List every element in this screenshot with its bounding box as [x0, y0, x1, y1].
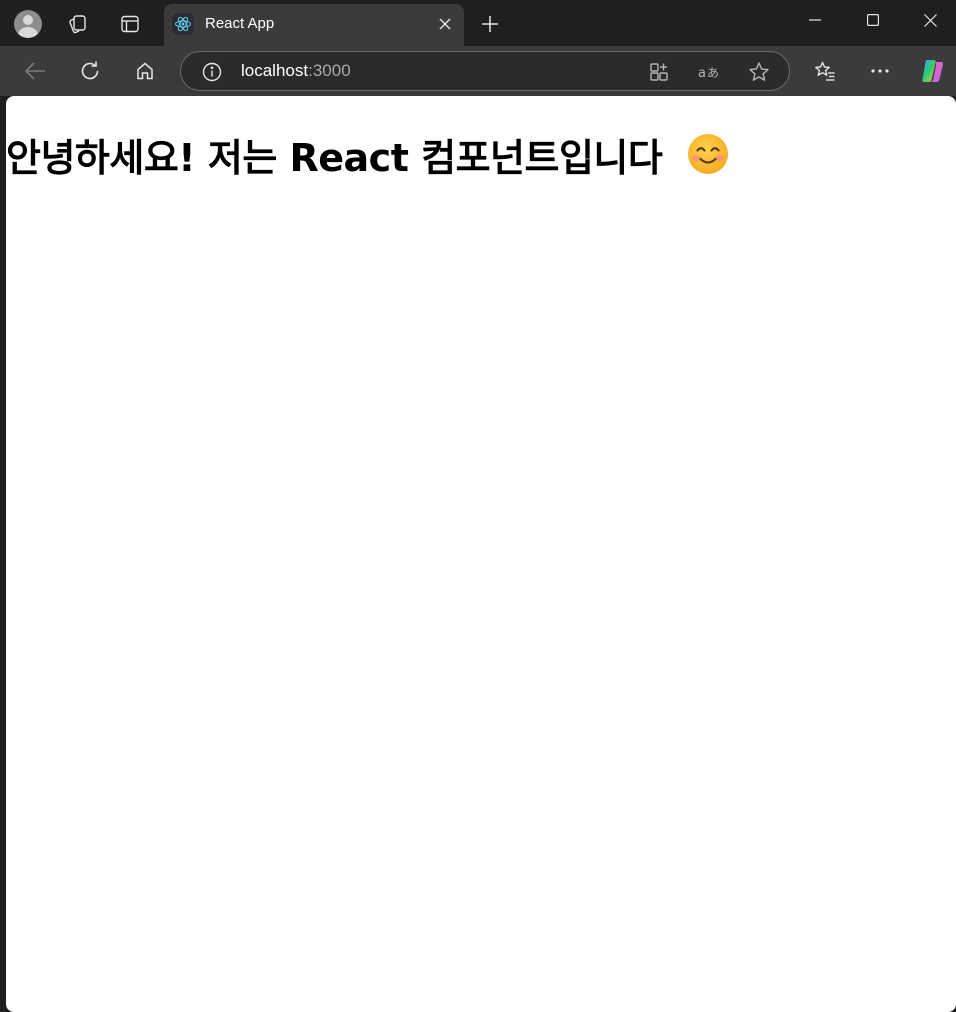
page-viewport: 안녕하세요! 저는 React 컴포넌트입니다	[6, 96, 956, 1012]
plus-icon	[482, 16, 498, 32]
minimize-button[interactable]	[787, 0, 843, 40]
reload-button[interactable]	[72, 54, 108, 88]
home-button[interactable]	[127, 54, 163, 88]
home-icon	[137, 62, 153, 80]
smiling-face-icon	[688, 134, 728, 174]
arrow-left-icon	[24, 62, 45, 80]
svg-text:a: a	[698, 66, 706, 81]
maximize-button[interactable]	[845, 0, 901, 40]
url-text[interactable]: localhost:3000	[241, 61, 351, 81]
tab-title: React App	[205, 15, 275, 32]
add-favorite-button[interactable]	[744, 57, 774, 87]
profile-avatar-icon	[14, 10, 42, 38]
url-host: localhost	[241, 61, 309, 80]
svg-text:あ: あ	[707, 66, 719, 80]
close-icon	[923, 13, 937, 27]
react-logo-icon	[172, 13, 194, 35]
more-dots-icon	[871, 69, 889, 73]
translate-icon: a あ	[698, 66, 719, 81]
workspaces-icon	[69, 15, 86, 34]
profile-button[interactable]	[10, 6, 46, 42]
maximize-icon	[867, 14, 879, 26]
favorites-list-icon	[815, 61, 835, 81]
window-close-button[interactable]	[902, 0, 956, 40]
tab-react-app[interactable]: React App	[164, 4, 464, 46]
tab-strip: React App	[0, 0, 956, 46]
copilot-button[interactable]	[915, 54, 951, 88]
browser-toolbar: localhost:3000 a あ	[0, 46, 956, 96]
app-available-button[interactable]	[644, 57, 674, 87]
new-tab-button[interactable]	[472, 6, 508, 42]
back-button[interactable]	[17, 54, 53, 88]
read-aloud-translate-button[interactable]: a あ	[694, 57, 724, 87]
site-info-icon[interactable]	[201, 61, 223, 83]
page-heading: 안녕하세요! 저는 React 컴포넌트입니다	[6, 136, 663, 180]
apps-icon	[650, 63, 668, 81]
favorites-button[interactable]	[807, 54, 843, 88]
tab-actions-icon	[121, 15, 139, 33]
star-icon	[749, 62, 769, 81]
settings-more-button[interactable]	[862, 54, 898, 88]
tab-close-button[interactable]	[434, 13, 456, 35]
minimize-icon	[809, 19, 821, 21]
copilot-icon	[922, 60, 944, 82]
vertical-tabs-button[interactable]	[112, 6, 148, 42]
address-bar[interactable]: localhost:3000 a あ	[180, 51, 790, 91]
reload-icon	[81, 61, 99, 80]
close-icon	[439, 18, 451, 30]
workspaces-button[interactable]	[59, 6, 95, 42]
url-port: :3000	[308, 61, 351, 80]
